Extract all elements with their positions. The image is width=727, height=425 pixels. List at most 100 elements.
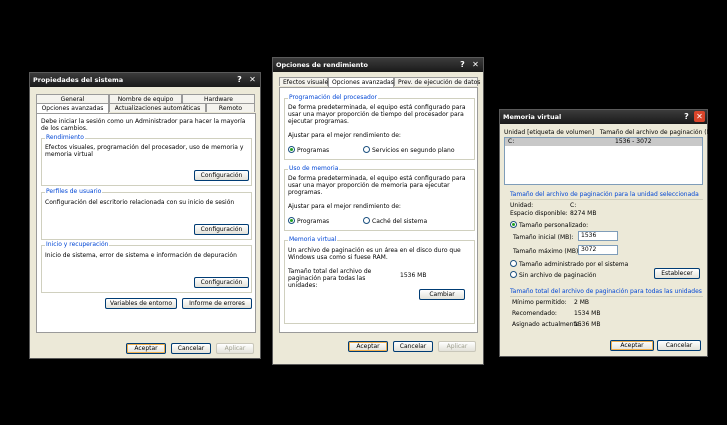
max-size-label: Tamaño máximo (MB): [513,248,581,255]
processor-scheduling-description: De forma predeterminada, el equipo está … [288,104,466,125]
virtual-memory-title: Memoria virtual [288,236,338,244]
recommended-label: Recomendado: [512,310,557,317]
radio-label: Servicios en segundo plano [372,147,455,154]
unit-value: C: [570,202,577,209]
selected-drive-title: Tamaño del archivo de paginación para la… [510,191,699,198]
recommended-value: 1534 MB [574,310,601,317]
tab-remote[interactable]: Remoto [206,103,255,112]
tab-computer-name[interactable]: Nombre de equipo [109,94,182,103]
total-paging-value: 1536 MB [400,272,427,279]
ok-button[interactable]: Aceptar [126,343,166,354]
help-icon[interactable]: ? [457,59,468,70]
startup-recovery-settings-button[interactable]: Configuración [194,277,249,288]
tab-advanced-options[interactable]: Opciones avanzadas [36,103,109,113]
title-bar[interactable]: Propiedades del sistema ? ✕ [30,73,260,87]
radio-system-cache[interactable]: Caché del sistema [363,217,427,225]
radio-selected-icon[interactable] [288,217,295,224]
performance-group: Rendimiento Efectos visuales, programaci… [41,134,252,186]
available-space-label: Espacio disponible: [510,210,568,217]
cancel-button[interactable]: Cancelar [657,340,701,351]
unit-label: Unidad: [510,202,534,209]
title-bar[interactable]: Memoria virtual ? ✕ [500,110,707,124]
divider [510,296,703,297]
processor-scheduling-group: Programación del procesador De forma pre… [284,94,475,160]
processor-scheduling-title: Programación del procesador [288,94,378,102]
radio-label: Programas [297,147,330,154]
tab-data-execution-prevention[interactable]: Prev. de ejecución de datos [394,77,480,86]
tab-automatic-updates[interactable]: Actualizaciones automáticas [109,103,206,112]
cancel-button[interactable]: Cancelar [171,343,211,354]
available-space-value: 8274 MB [570,210,597,217]
close-icon[interactable]: ✕ [247,74,258,85]
radio-icon[interactable] [510,271,517,278]
radio-selected-icon[interactable] [288,146,295,153]
performance-group-title: Rendimiento [45,134,85,142]
radio-label: Tamaño personalizado: [519,222,589,229]
ok-button[interactable]: Aceptar [610,340,654,351]
environment-variables-button[interactable]: Variables de entorno [105,298,177,309]
total-paging-title: Tamaño total del archivo de paginación p… [510,288,702,295]
drive-paging-size: 1536 - 3072 [615,138,652,145]
cancel-button[interactable]: Cancelar [393,341,433,352]
radio-icon[interactable] [363,217,370,224]
radio-background-services[interactable]: Servicios en segundo plano [363,146,455,154]
tab-panel: Programación del procesador De forma pre… [279,87,478,333]
tab-hardware[interactable]: Hardware [182,94,255,103]
performance-options-dialog: Opciones de rendimiento ? ✕ Efectos visu… [272,57,484,365]
divider [510,199,703,200]
radio-system-managed[interactable]: Tamaño administrado por el sistema [510,260,628,268]
startup-recovery-description: Inicio de sistema, error de sistema e in… [45,252,237,259]
error-reporting-button[interactable]: Informe de errores [182,298,252,309]
currently-allocated-value: 1536 MB [574,321,601,328]
tab-panel: Debe iniciar la sesión como un Administr… [36,113,256,333]
ok-button[interactable]: Aceptar [348,341,388,352]
radio-programs-processor[interactable]: Programas [288,146,329,154]
total-paging-label: Tamaño total del archivo de paginación p… [288,268,372,289]
title-bar[interactable]: Opciones de rendimiento ? ✕ [273,58,483,72]
user-profiles-description: Configuración del escritorio relacionada… [45,199,235,206]
max-size-input[interactable]: 3072 [578,245,618,255]
window-title: Opciones de rendimiento [276,61,368,69]
help-icon[interactable]: ? [234,74,245,85]
tab-advanced-options[interactable]: Opciones avanzadas [328,77,394,87]
startup-recovery-group-title: Inicio y recuperación [45,241,110,249]
currently-allocated-label: Asignado actualmente: [512,321,582,328]
radio-label: Programas [297,218,330,225]
close-icon[interactable]: ✕ [694,111,705,122]
memory-usage-description: De forma predeterminada, el equipo está … [288,175,466,196]
virtual-memory-group: Memoria virtual Un archivo de paginación… [284,236,475,324]
apply-button[interactable]: Aplicar [216,343,254,354]
radio-icon[interactable] [363,146,370,153]
performance-settings-button[interactable]: Configuración [194,170,249,181]
radio-programs-memory[interactable]: Programas [288,217,329,225]
user-profiles-group: Perfiles de usuario Configuración del es… [41,188,252,240]
tab-visual-effects[interactable]: Efectos visuales [279,77,331,86]
radio-custom-size[interactable]: Tamaño personalizado: [510,221,588,229]
radio-icon[interactable] [510,260,517,267]
min-allowed-value: 2 MB [574,299,590,306]
apply-button[interactable]: Aplicar [438,341,476,352]
virtual-memory-dialog: Memoria virtual ? ✕ Unidad [etiqueta de … [499,109,718,357]
radio-label: Sin archivo de paginación [519,272,597,279]
user-profiles-settings-button[interactable]: Configuración [194,224,249,235]
memory-adjust-label: Ajustar para el mejor rendimiento de: [288,203,401,210]
initial-size-input[interactable]: 1536 [578,231,618,241]
radio-no-paging-file[interactable]: Sin archivo de paginación [510,271,596,279]
system-properties-dialog: Propiedades del sistema ? ✕ General Nomb… [29,72,261,359]
drive-row-c[interactable]: C: 1536 - 3072 [505,138,702,146]
drive-list[interactable]: C: 1536 - 3072 [504,137,703,185]
min-allowed-label: Mínimo permitido: [512,299,567,306]
change-button[interactable]: Cambiar [419,289,465,300]
tab-general[interactable]: General [36,94,109,103]
user-profiles-group-title: Perfiles de usuario [45,188,103,196]
radio-selected-icon[interactable] [510,221,517,228]
set-button[interactable]: Establecer [654,268,700,279]
memory-usage-title: Uso de memoria [288,165,340,173]
window-title: Memoria virtual [503,113,562,121]
close-icon[interactable]: ✕ [470,59,481,70]
virtual-memory-description: Un archivo de paginación es un área en e… [288,247,461,261]
initial-size-label: Tamaño inicial (MB): [513,234,574,241]
performance-description: Efectos visuales, programación del proce… [45,144,244,158]
help-icon[interactable]: ? [681,111,692,122]
window-title: Propiedades del sistema [33,76,124,84]
